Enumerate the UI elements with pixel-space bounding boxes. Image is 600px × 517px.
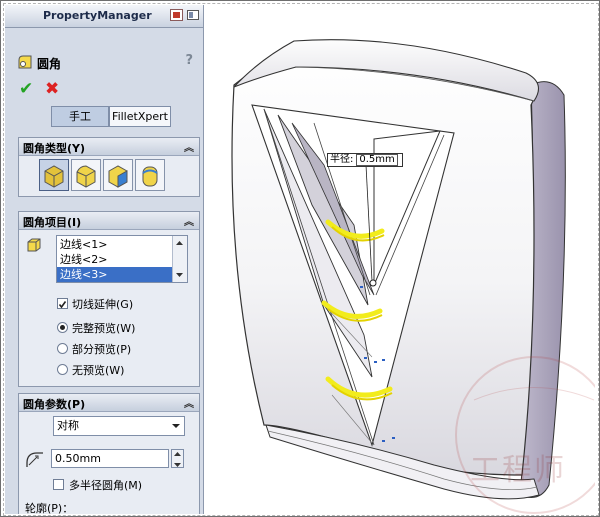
- watermark-text: 工程师: [470, 453, 566, 488]
- flyout-icon[interactable]: [187, 10, 199, 20]
- radius-icon: [26, 452, 43, 467]
- application-window: PropertyManager 圆角 ? ✔ ✖ 手工 FilletXpert …: [0, 0, 600, 517]
- ok-button[interactable]: ✔: [19, 79, 33, 99]
- radius-spinner[interactable]: [171, 449, 184, 468]
- radius-input[interactable]: 0.50mm: [51, 449, 169, 468]
- spin-up-icon[interactable]: [172, 450, 183, 458]
- panel-title: PropertyManager: [43, 9, 152, 22]
- tangent-propagation-label: 切线延伸(G): [72, 298, 134, 311]
- list-item[interactable]: 边线<1>: [57, 237, 173, 252]
- full-round-button[interactable]: [135, 159, 165, 191]
- scroll-up-icon[interactable]: [173, 238, 186, 248]
- variable-radius-icon: [76, 165, 96, 188]
- multi-radius-label: 多半径圆角(M): [69, 479, 143, 492]
- property-manager-panel: PropertyManager 圆角 ? ✔ ✖ 手工 FilletXpert …: [5, 5, 204, 514]
- fillet-params-title: 圆角参数(P): [23, 398, 86, 411]
- scroll-down-icon[interactable]: [173, 270, 186, 280]
- radius-dimension-callout[interactable]: 半径: 0.5mm: [327, 153, 403, 167]
- graphics-viewport[interactable]: 半径: 0.5mm 工程师: [204, 5, 595, 514]
- preview-full-radio[interactable]: [57, 322, 68, 333]
- feature-name: 圆角: [37, 57, 62, 71]
- feature-header: 圆角 ?: [13, 48, 199, 76]
- fillet-items-group: 圆角项目(I) ︽ 边线<1> 边线<2> 边线<3> 切线延伸(G) 完整预览…: [18, 211, 200, 387]
- help-icon[interactable]: ?: [185, 53, 193, 68]
- fillet-method-value: 对称: [57, 419, 79, 432]
- constant-radius-icon: [44, 165, 64, 188]
- mode-tabs: 手工 FilletXpert: [51, 106, 173, 127]
- fillet-type-group: 圆角类型(Y) ︽: [18, 137, 200, 197]
- profile-label: 轮廓(P)：: [25, 502, 74, 514]
- edge-selection-icon: [27, 238, 41, 252]
- preview-partial-label: 部分预览(P): [72, 343, 132, 356]
- constant-radius-button[interactable]: [39, 159, 69, 191]
- face-fillet-button[interactable]: [103, 159, 133, 191]
- pin-icon[interactable]: [170, 9, 183, 21]
- dimension-value[interactable]: 0.5mm: [356, 154, 398, 166]
- list-item[interactable]: 边线<2>: [57, 252, 173, 267]
- scrollbar[interactable]: [172, 236, 187, 282]
- collapse-icon[interactable]: ︽: [184, 213, 194, 228]
- fillet-params-header[interactable]: 圆角参数(P) ︽: [19, 394, 199, 412]
- dimension-label: 半径:: [330, 154, 354, 165]
- preview-none-radio[interactable]: [57, 364, 68, 375]
- fillet-feature-icon: [18, 55, 32, 69]
- spin-down-icon[interactable]: [172, 461, 183, 469]
- fillet-type-title: 圆角类型(Y): [23, 142, 86, 155]
- cancel-button[interactable]: ✖: [45, 79, 59, 99]
- tab-manual[interactable]: 手工: [51, 106, 109, 127]
- dimension-anchor-icon[interactable]: [369, 279, 377, 287]
- variable-radius-button[interactable]: [71, 159, 101, 191]
- model-drawing: [231, 39, 595, 514]
- collapse-icon[interactable]: ︽: [184, 139, 194, 154]
- face-fillet-icon: [108, 165, 128, 188]
- fillet-params-group: 圆角参数(P) ︽ 对称 0.50mm 多半径圆角(M) 轮廓(P)：: [18, 393, 200, 514]
- preview-none-label: 无预览(W): [72, 364, 125, 377]
- edge-list[interactable]: 边线<1> 边线<2> 边线<3>: [56, 235, 188, 283]
- fillet-type-header[interactable]: 圆角类型(Y) ︽: [19, 138, 199, 156]
- preview-partial-radio[interactable]: [57, 343, 68, 354]
- preview-full-label: 完整预览(W): [72, 322, 136, 335]
- tangent-propagation-checkbox[interactable]: [57, 298, 68, 309]
- checkmark-icon: [58, 301, 67, 309]
- list-item[interactable]: 边线<3>: [57, 267, 173, 282]
- fillet-items-header[interactable]: 圆角项目(I) ︽: [19, 212, 199, 230]
- tab-filletxpert[interactable]: FilletXpert: [109, 106, 171, 127]
- panel-titlebar: PropertyManager: [5, 5, 203, 28]
- multi-radius-checkbox[interactable]: [53, 479, 64, 490]
- collapse-icon[interactable]: ︽: [184, 395, 194, 410]
- fillet-method-select[interactable]: 对称: [53, 416, 185, 436]
- full-round-icon: [142, 166, 158, 187]
- chevron-down-icon: [172, 424, 180, 428]
- fillet-items-title: 圆角项目(I): [23, 216, 82, 229]
